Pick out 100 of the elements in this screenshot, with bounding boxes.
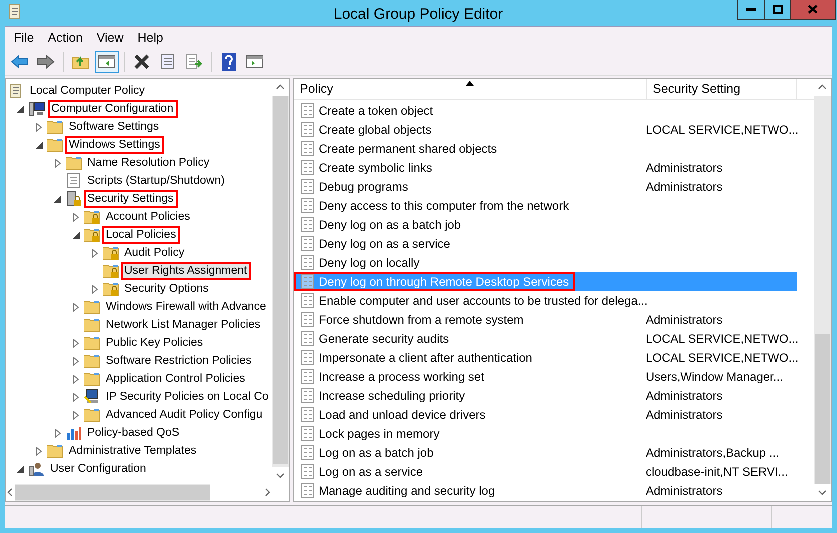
table-cell-text: Manage auditing and security log — [318, 484, 496, 498]
tree-item[interactable]: Policy-based QoS — [84, 424, 184, 442]
scroll-down-icon[interactable] — [276, 471, 285, 480]
minimize-button[interactable] — [737, 0, 765, 20]
table-row[interactable]: Increase scheduling priority Administrators — [294, 386, 797, 405]
table-cell-text: Enable computer and user accounts to be trusted for delega... — [318, 294, 648, 308]
menu-item[interactable]: View — [90, 28, 131, 48]
tree-item[interactable]: Windows Firewall with Advance — [102, 298, 270, 316]
collapse-icon[interactable] — [36, 142, 42, 148]
tree-item[interactable]: User Rights Assignment — [120, 262, 252, 280]
scroll-thumb[interactable] — [815, 334, 830, 484]
collapse-icon[interactable] — [17, 106, 24, 112]
collapse-icon[interactable] — [17, 466, 24, 472]
table-row[interactable]: Manage auditing and security log Administrators — [294, 481, 797, 500]
table-row[interactable]: Deny access to this computer from the network — [294, 196, 797, 215]
tree-item[interactable]: Advanced Audit Policy Configu — [102, 406, 267, 424]
table-cell-text: Lock pages in memory — [318, 426, 440, 440]
horizontal-scrollbar[interactable] — [6, 484, 272, 501]
scrollbar[interactable] — [272, 79, 289, 484]
table-row[interactable]: Deny log on as a batch job — [294, 215, 797, 234]
sort-arrow-icon — [466, 81, 474, 86]
scroll-thumb[interactable] — [15, 485, 210, 500]
close-button[interactable] — [791, 0, 836, 20]
table-cell-text: Log on as a batch job — [318, 446, 434, 460]
table-row[interactable]: Impersonate a client after authentication LOCAL SERVICE,NETWO... — [294, 348, 805, 367]
scroll-up-icon[interactable] — [276, 83, 285, 92]
expand-icon[interactable] — [73, 212, 79, 222]
tree-item[interactable]: Application Control Policies — [102, 370, 250, 388]
table-row[interactable]: Deny log on as a service — [294, 234, 797, 253]
table-row[interactable]: Log on as a batch job Administrators,Backup ... — [294, 443, 797, 462]
expand-icon[interactable] — [92, 248, 98, 258]
expand-icon[interactable] — [36, 122, 42, 132]
table-cell-text: LOCAL SERVICE,NETWO... — [646, 332, 800, 346]
tree-item[interactable]: User Configuration — [46, 460, 150, 478]
table-cell-text: Administrators — [646, 180, 724, 194]
table-row[interactable]: Create permanent shared objects — [294, 139, 797, 158]
menu-item[interactable]: File — [7, 28, 42, 48]
policy-icon — [301, 122, 315, 138]
tree-item[interactable]: Local Policies — [102, 226, 180, 244]
collapse-icon[interactable] — [54, 196, 61, 202]
tree-item[interactable]: Network List Manager Policies — [102, 316, 265, 334]
tree-item[interactable]: Scripts (Startup/Shutdown) — [84, 172, 229, 190]
table-row[interactable]: Enable computer and user accounts to be trusted for delega... — [294, 291, 797, 310]
table-row[interactable]: Create a token object — [294, 101, 797, 120]
expand-icon[interactable] — [54, 158, 60, 168]
table-row[interactable]: Lock pages in memory — [294, 424, 797, 443]
window-title: Local Group Policy Editor — [332, 6, 504, 23]
monitor-key-icon — [84, 389, 100, 405]
collapse-icon[interactable] — [72, 232, 80, 238]
policy-icon — [301, 140, 315, 156]
export-list-icon — [185, 54, 203, 70]
expand-icon[interactable] — [73, 302, 79, 312]
table-cell-text: Administrators — [646, 388, 724, 402]
scroll-left-icon[interactable] — [6, 488, 15, 497]
table-row[interactable]: Create symbolic links Administrators — [294, 158, 797, 177]
scroll-up-icon[interactable] — [818, 83, 827, 92]
table-row[interactable]: Load and unload device drivers Administrators — [294, 405, 797, 424]
scrollbar[interactable] — [814, 79, 831, 501]
delete-icon — [134, 54, 150, 70]
tree-item[interactable]: Audit Policy — [120, 244, 189, 262]
tree-item[interactable]: Account Policies — [102, 208, 194, 226]
scroll-down-icon[interactable] — [818, 488, 827, 497]
expand-icon[interactable] — [92, 284, 98, 294]
bar-chart-icon — [66, 425, 82, 441]
scroll-thumb[interactable] — [273, 96, 288, 464]
policy-icon — [301, 368, 315, 384]
toolbar-button[interactable] — [95, 51, 119, 73]
folder-icon — [84, 336, 100, 350]
tree-item[interactable]: Security Settings — [84, 190, 178, 208]
folder-icon — [47, 120, 63, 134]
tree-item[interactable]: Security Options — [120, 280, 213, 298]
table-row[interactable]: Log on as a service cloudbase-init,NT SERVI... — [294, 462, 797, 481]
column-header[interactable]: Security Setting — [647, 79, 797, 99]
tree-item[interactable]: Administrative Templates — [65, 442, 201, 460]
table-row[interactable]: Deny log on locally — [294, 253, 797, 272]
maximize-button[interactable] — [765, 0, 791, 20]
tree-item[interactable]: Computer Configuration — [48, 100, 178, 118]
tree-item[interactable]: Windows Settings — [65, 136, 164, 154]
table-cell-text: Deny log on as a service — [318, 236, 450, 250]
table-row[interactable]: Create global objects LOCAL SERVICE,NETWO... — [294, 120, 805, 139]
table-cell-text: Create a token object — [318, 104, 434, 118]
tree-item[interactable]: Public Key Policies — [102, 334, 208, 352]
table-cell-text: Create permanent shared objects — [318, 142, 498, 156]
table-row[interactable]: Increase a process working set Users,Window Manager... — [294, 367, 797, 386]
folder-icon — [84, 354, 100, 368]
table-row[interactable]: Debug programs Administrators — [294, 177, 797, 196]
expand-icon[interactable] — [54, 428, 60, 438]
tree-item[interactable]: IP Security Policies on Local Co — [102, 388, 272, 406]
menu-item[interactable]: Help — [130, 28, 170, 48]
table-row[interactable]: Force shutdown from a remote system Administrators — [294, 310, 797, 329]
tree-item[interactable]: Software Settings — [65, 118, 164, 136]
tree-item[interactable]: Name Resolution Policy — [84, 154, 214, 172]
policy-icon — [301, 406, 315, 422]
tree-item[interactable]: Software Restriction Policies — [102, 352, 256, 370]
scroll-right-icon[interactable] — [263, 488, 272, 497]
table-row[interactable]: Generate security audits LOCAL SERVICE,NETWO... — [294, 329, 805, 348]
tree-item[interactable]: Local Computer Policy — [26, 82, 150, 100]
menu-item[interactable]: Action — [41, 28, 90, 48]
policy-icon — [301, 330, 315, 346]
expand-icon[interactable] — [36, 446, 42, 456]
